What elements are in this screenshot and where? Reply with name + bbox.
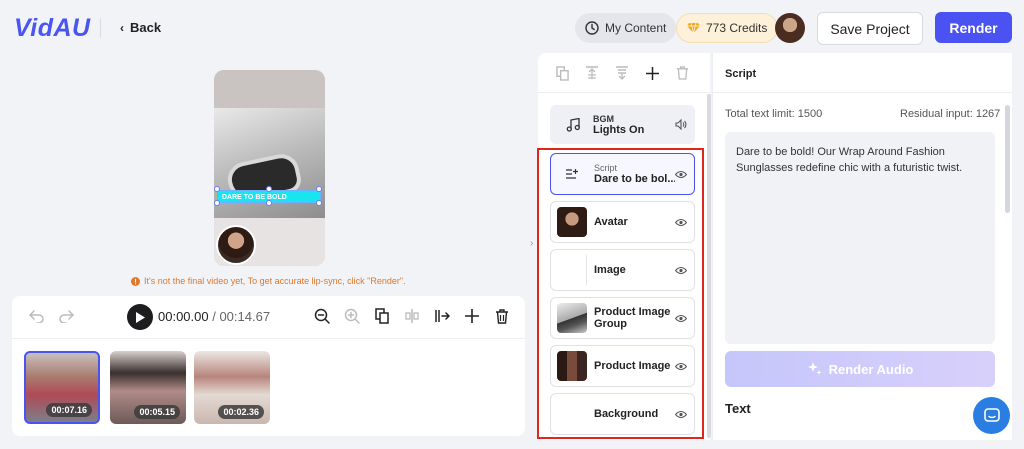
current-time: 00:00.00 <box>158 309 209 324</box>
trash-icon <box>676 66 688 80</box>
my-content-label: My Content <box>605 21 667 35</box>
add-layer-button[interactable] <box>644 65 660 81</box>
trim-icon <box>435 310 450 322</box>
residual-input-label: Residual input: 1267 <box>900 108 1001 120</box>
redo-button[interactable] <box>57 307 75 325</box>
warning-text: It's not the final video yet, To get acc… <box>144 276 406 286</box>
text-section-heading: Text <box>725 401 751 416</box>
delete-clip-button[interactable] <box>493 307 511 325</box>
play-icon <box>136 311 145 323</box>
highlight-annotation-box <box>537 148 704 439</box>
resize-handle[interactable] <box>266 186 272 192</box>
zoom-out-button[interactable] <box>313 307 331 325</box>
clip-duration: 00:05.15 <box>134 405 180 419</box>
back-button[interactable]: ‹ Back <box>120 20 161 35</box>
trash-icon <box>496 308 508 324</box>
script-panel-scrollbar[interactable] <box>1005 105 1010 213</box>
trim-button[interactable] <box>433 307 451 325</box>
chat-support-button[interactable] <box>973 397 1010 434</box>
align-top-icon <box>586 66 598 79</box>
volume-icon <box>675 119 687 130</box>
play-button[interactable] <box>127 304 153 330</box>
app-logo: VidAU <box>14 14 91 42</box>
bgm-type: BGM <box>593 113 614 124</box>
diamond-icon <box>687 22 700 34</box>
undo-button[interactable] <box>28 307 46 325</box>
back-label: Back <box>130 20 162 35</box>
resize-handle[interactable] <box>214 186 220 192</box>
time-separator: / <box>208 309 220 324</box>
copy-icon <box>555 65 569 81</box>
sparkle-icon <box>807 362 822 375</box>
lip-sync-warning: It's not the final video yet, To get acc… <box>131 276 406 286</box>
timeline-clip[interactable]: 00:07.16 <box>24 351 100 424</box>
align-bottom-button[interactable] <box>614 65 630 81</box>
clock-icon <box>585 21 599 35</box>
bgm-text: BGM Lights On <box>593 114 675 136</box>
collapse-panel-icon[interactable]: › <box>530 238 533 249</box>
bgm-name: Lights On <box>593 123 645 136</box>
script-panel-title: Script <box>725 68 757 80</box>
credits-label: 773 Credits <box>706 21 768 35</box>
add-clip-button[interactable] <box>463 307 481 325</box>
delete-layer-button[interactable] <box>674 65 690 81</box>
music-note-icon <box>566 117 580 132</box>
render-audio-button[interactable]: Render Audio <box>725 351 995 387</box>
zoom-out-icon <box>314 308 330 324</box>
render-audio-label: Render Audio <box>828 361 914 377</box>
timeline-clip[interactable]: 00:05.15 <box>110 351 186 424</box>
resize-handle[interactable] <box>316 200 322 206</box>
preview-background-top <box>214 70 325 108</box>
time-readout: 00:00.00 / 00:14.67 <box>158 309 270 324</box>
undo-icon <box>29 310 44 323</box>
plus-icon <box>465 309 479 323</box>
save-project-button[interactable]: Save Project <box>817 12 923 45</box>
layers-scrollbar[interactable] <box>707 94 711 438</box>
clip-duration: 00:02.36 <box>218 405 264 419</box>
split-button[interactable] <box>403 307 421 325</box>
header-divider <box>100 18 101 38</box>
my-content-button[interactable]: My Content <box>575 13 677 43</box>
timeline-clip[interactable]: 00:02.36 <box>194 351 270 424</box>
clip-duration: 00:07.16 <box>46 403 92 417</box>
layer-bgm[interactable]: BGM Lights On <box>550 105 695 144</box>
align-bottom-icon <box>616 66 628 80</box>
zoom-in-icon <box>344 308 360 324</box>
video-preview[interactable]: DARE TO BE BOLD <box>214 70 325 266</box>
align-top-button[interactable] <box>584 65 600 81</box>
render-button[interactable]: Render <box>935 12 1012 43</box>
info-icon <box>131 276 140 286</box>
copy-layer-button[interactable] <box>554 65 570 81</box>
split-icon <box>405 309 419 323</box>
zoom-in-button[interactable] <box>343 307 361 325</box>
timeline-divider <box>12 338 525 339</box>
plus-icon <box>645 66 659 80</box>
script-textarea[interactable]: Dare to be bold! Our Wrap Around Fashion… <box>725 132 995 344</box>
resize-handle[interactable] <box>316 186 322 192</box>
chat-icon <box>983 407 1000 422</box>
user-avatar[interactable] <box>775 13 805 43</box>
script-panel-divider <box>712 92 1012 93</box>
copy-icon <box>375 308 389 324</box>
credits-badge[interactable]: 773 Credits <box>676 13 779 43</box>
chevron-left-icon: ‹ <box>120 20 124 35</box>
redo-icon <box>59 310 74 323</box>
preview-avatar[interactable] <box>216 225 256 265</box>
text-limit-label: Total text limit: 1500 <box>725 108 823 120</box>
resize-handle[interactable] <box>214 200 220 206</box>
resize-handle[interactable] <box>266 200 272 206</box>
total-time: 00:14.67 <box>219 309 271 324</box>
duplicate-button[interactable] <box>373 307 391 325</box>
layers-toolbar-divider <box>538 92 710 93</box>
